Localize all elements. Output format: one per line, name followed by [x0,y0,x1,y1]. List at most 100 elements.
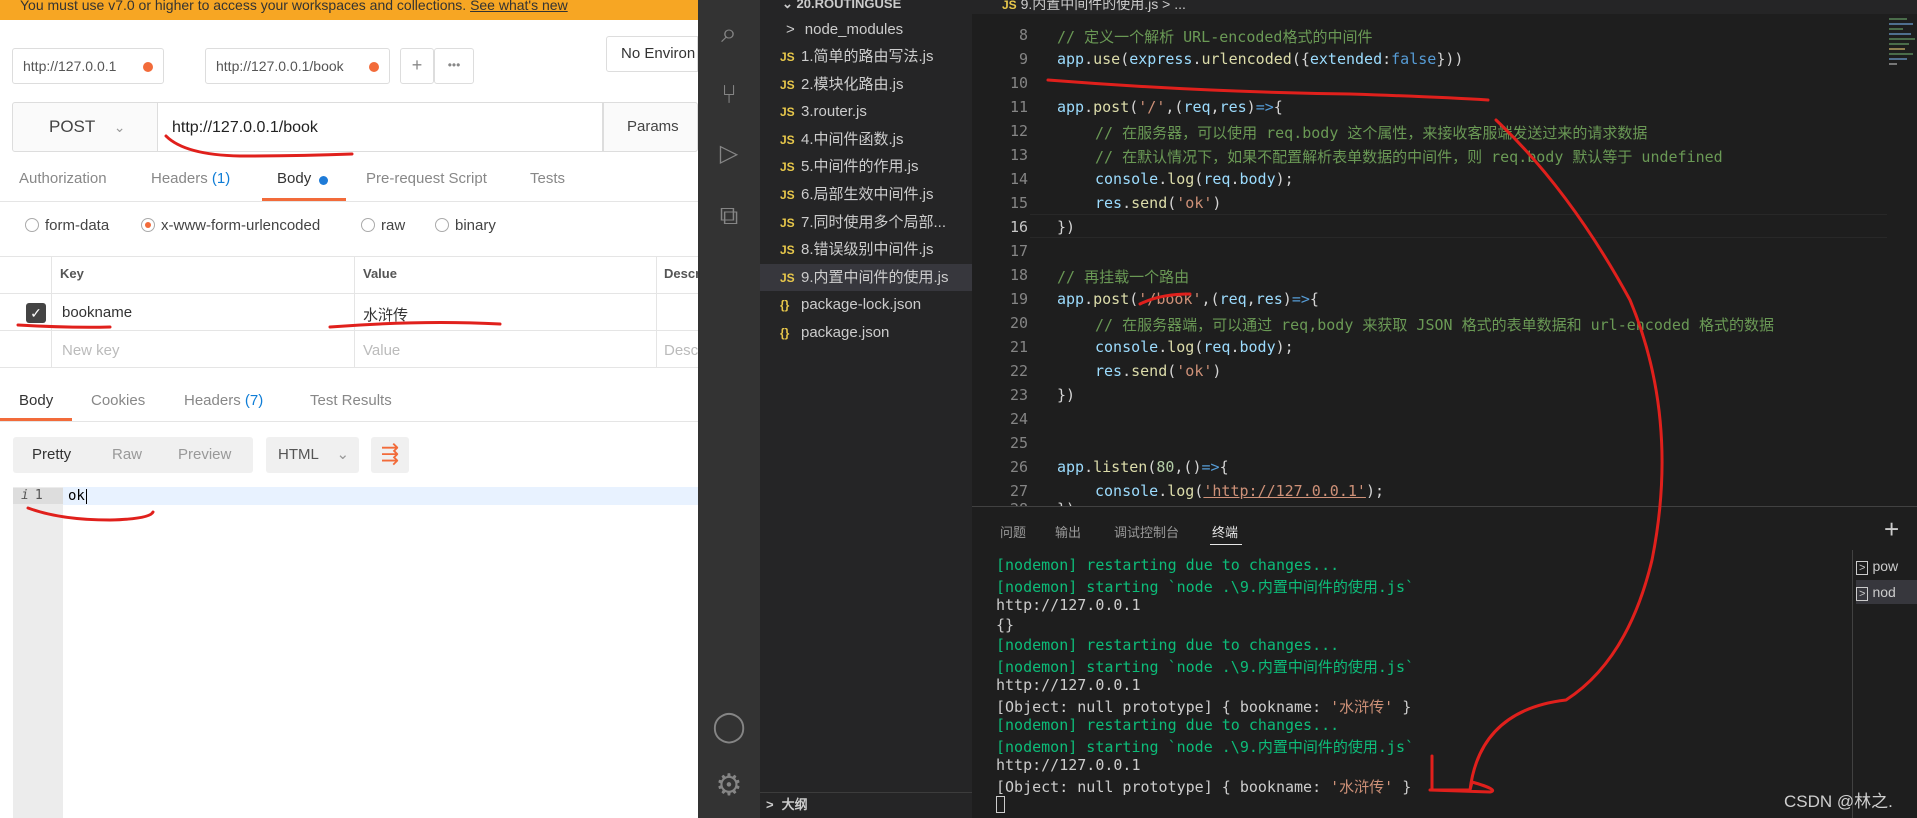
new-description-input[interactable]: Desc [664,342,698,359]
kv-key-cell[interactable]: bookname [62,304,132,321]
line-number: 11 [1009,98,1028,116]
response-tab-headers[interactable]: Headers (7) [184,392,263,409]
new-terminal-icon[interactable]: + [1884,514,1899,545]
code-token: send [1131,194,1168,212]
code-token: req [1219,290,1247,308]
response-tab-cookies[interactable]: Cookies [91,392,145,409]
file-item[interactable]: JS 2.模块化路由.js [760,71,972,98]
new-tab-button[interactable]: + [400,48,434,84]
radio-selected-icon [141,218,155,232]
file-item[interactable]: JS 1.简单的路由写法.js [760,43,972,70]
run-debug-icon[interactable]: ▷ [698,130,760,178]
tab-body[interactable]: Body [277,170,311,200]
active-tab-underline [1210,544,1242,545]
code-token: '/book' [1138,290,1202,308]
code-token: res [1255,290,1283,308]
file-item[interactable]: JS 8.错误级别中间件.js [760,236,972,263]
radio-label: raw [381,217,406,234]
code-token: false [1391,50,1437,68]
terminal-list-label: pow [1872,558,1899,574]
explorer-folder-title[interactable]: ⌄ 20.ROUTINGUSE [782,0,901,12]
upgrade-notice-link[interactable]: See what's new [470,0,568,13]
outline-section[interactable]: > 大纲 [760,792,972,818]
response-tab-test-results[interactable]: Test Results [310,392,392,409]
url-tab-book[interactable]: http://127.0.0.1/book [205,48,390,84]
checkbox-checked-icon[interactable]: ✓ [26,303,46,323]
tab-prerequest-script[interactable]: Pre-request Script [366,170,487,200]
tab-tests[interactable]: Tests [530,170,565,200]
code-comment: // 定义一个解析 URL-encoded格式的中间件 [1057,28,1373,46]
search-icon[interactable]: ⌕ [698,9,760,57]
format-select[interactable]: HTML ⌄ [266,437,359,473]
terminal-text: http://127.0.0.1 [996,676,1141,694]
extensions-icon[interactable]: ⧉ [698,191,760,239]
code-token: 'http://127.0.0.1' [1203,482,1366,500]
source-control-icon[interactable]: ⑂ [698,70,760,118]
panel-tab-output[interactable]: 输出 [1055,522,1081,541]
kv-header-key: Key [60,266,84,281]
response-tab-body[interactable]: Body [19,392,53,409]
response-editor[interactable] [13,487,698,818]
url-tab-book-label: http://127.0.0.1/book [216,58,344,74]
radio-binary[interactable]: binary [435,217,496,234]
code-token: body [1239,170,1276,188]
code-editor[interactable] [972,14,1917,506]
tab-headers[interactable]: Headers (1) [151,170,230,200]
code-line: }) [1057,218,1075,236]
response-content: ok [68,488,85,504]
gear-icon[interactable]: ⚙ [698,762,760,810]
line-number: 22 [1009,362,1028,380]
active-tab-underline [262,198,346,201]
code-token: req [1183,98,1211,116]
code-token: send [1131,362,1168,380]
terminal-line: [Object: null prototype] { bookname: '水浒… [996,696,1411,717]
json-file-icon: {} [780,326,790,340]
file-item[interactable]: JS 3.router.js [760,98,972,125]
method-select[interactable]: POST ⌄ [12,102,158,152]
file-item[interactable]: {} package.json [760,319,972,346]
new-key-input[interactable]: New key [62,342,120,359]
file-item-selected[interactable]: JS 9.内置中间件的使用.js [760,264,972,291]
radio-circle-icon [25,218,39,232]
params-button[interactable]: Params [603,102,698,152]
file-item[interactable]: JS 4.中间件函数.js [760,126,972,153]
view-pretty-button[interactable]: Pretty [32,437,71,473]
radio-urlencoded[interactable]: x-www-form-urlencoded [141,217,320,234]
radio-form-data[interactable]: form-data [25,217,109,234]
file-item[interactable]: JS 5.中间件的作用.js [760,153,972,180]
account-icon[interactable]: ◯ [698,703,760,751]
terminal-line: {} [996,616,1014,634]
kv-value-cell[interactable]: 水浒传 [363,304,408,325]
code-line: console.log(req.body); [1095,338,1294,356]
more-tabs-button[interactable]: ••• [434,48,474,84]
code-token: app [1057,290,1085,308]
panel-tab-problems[interactable]: 问题 [1000,522,1026,541]
file-item[interactable]: JS 6.局部生效中间件.js [760,181,972,208]
new-value-input[interactable]: Value [363,342,400,359]
file-item[interactable]: {} package-lock.json [760,291,972,318]
environment-select[interactable]: No Environ [606,36,698,72]
code-line: console.log(req.body); [1095,170,1294,188]
file-item-node-modules[interactable]: > node_modules [760,16,972,43]
code-line: // 再挂载一个路由 [1057,266,1189,287]
tab-authorization[interactable]: Authorization [19,170,107,200]
wrap-lines-icon[interactable]: ⇶ [371,437,409,473]
url-input[interactable]: http://127.0.0.1/book [158,102,603,152]
url-tab-root[interactable]: http://127.0.0.1 [12,48,164,84]
kv-header-description: Descr [664,266,698,281]
panel-tab-terminal[interactable]: 终端 [1212,522,1238,541]
breadcrumb[interactable]: JS 9.内置中间件的使用.js > ... [1002,0,1186,14]
terminal-list-item[interactable]: > pow [1856,554,1917,578]
line-number: 17 [1009,242,1028,260]
method-label: POST [49,117,95,136]
minimap[interactable] [1887,14,1917,94]
code-line: // 在服务器，可以使用 req.body 这个属性，来接收客服端发送过来的请求… [1095,122,1647,143]
terminal-list-item-selected[interactable]: > nod [1856,580,1917,604]
panel-tab-debug-console[interactable]: 调试控制台 [1114,522,1179,541]
file-item[interactable]: JS 7.同时使用多个局部... [760,209,972,236]
activity-bar [698,0,760,818]
view-raw-button[interactable]: Raw [112,437,142,473]
view-preview-button[interactable]: Preview [178,437,231,473]
radio-raw[interactable]: raw [361,217,405,234]
code-token: app [1057,50,1085,68]
